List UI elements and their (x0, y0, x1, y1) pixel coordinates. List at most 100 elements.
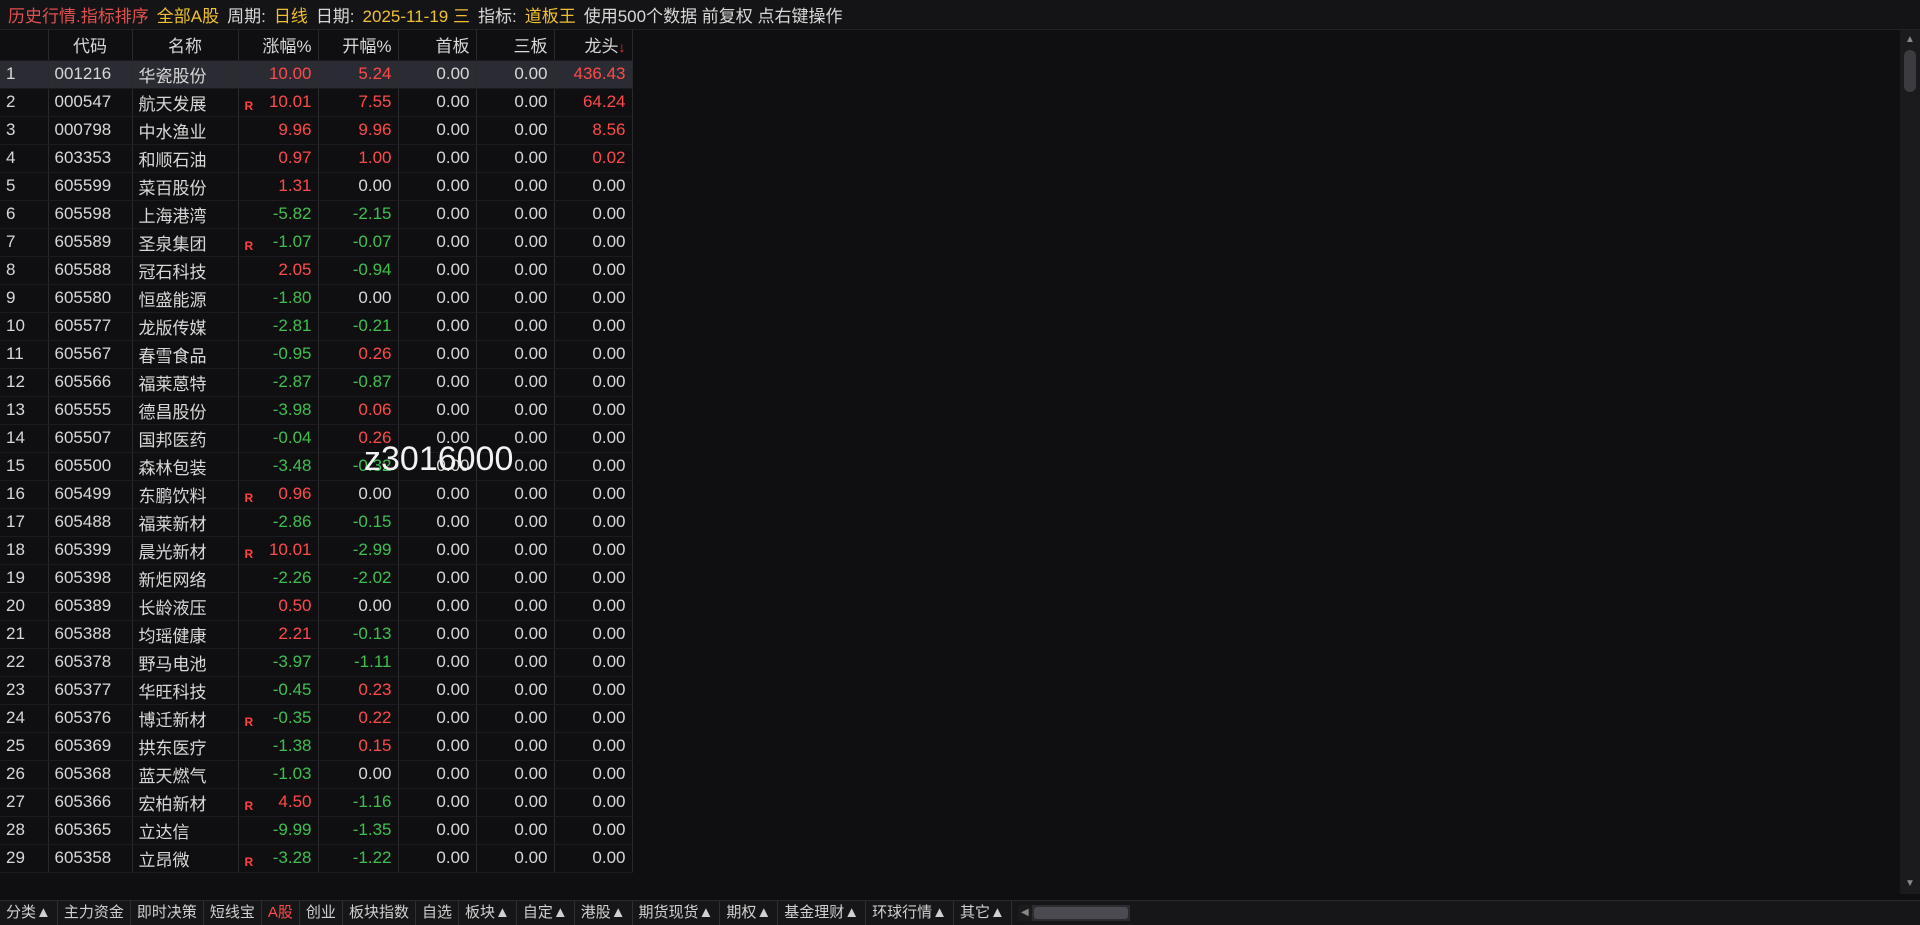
table-row[interactable]: 5 605599 菜百股份 1.31 0.00 0.00 0.00 0.00 (0, 172, 633, 201)
table-row[interactable]: 27 605366 宏柏新材 R 4.50 -1.16 0.00 0.00 0.00 (0, 788, 633, 817)
table-row[interactable]: 1 001216 华瓷股份 10.00 5.24 0.00 0.00 436.43 (0, 60, 633, 89)
bottom-tab[interactable]: 板块指数 (343, 901, 416, 925)
stock-code: 605389 (48, 592, 133, 621)
stock-code: 605398 (48, 564, 133, 593)
watermark-text: z3016000 (364, 440, 514, 478)
stock-code: 605378 (48, 648, 133, 677)
table-row[interactable]: 16 605499 东鹏饮料 R 0.96 0.00 0.00 0.00 0.00 (0, 480, 633, 509)
open-change-pct: 1.00 (318, 144, 399, 173)
scroll-up-icon[interactable]: ▲ (1902, 32, 1918, 48)
table-row[interactable]: 14 605507 国邦医药 -0.04 0.26 0.00 0.00 0.00 (0, 424, 633, 453)
scroll-down-icon[interactable]: ▼ (1902, 876, 1918, 892)
table-row[interactable]: 23 605377 华旺科技 -0.45 0.23 0.00 0.00 0.00 (0, 676, 633, 705)
bottom-tab[interactable]: 短线宝 (204, 901, 262, 925)
column-header-first-board[interactable]: 首板 (398, 30, 477, 61)
change-pct-value: 10.00 (268, 64, 312, 83)
stock-name: 航天发展 (132, 88, 239, 117)
first-board-value: 0.00 (398, 200, 477, 229)
bottom-tab[interactable]: 板块▲ (459, 901, 517, 925)
indicator-value[interactable]: 道板王 (525, 2, 576, 27)
table-row[interactable]: 28 605365 立达信 -9.99 -1.35 0.00 0.00 0.00 (0, 816, 633, 845)
stock-code: 605580 (48, 284, 133, 313)
table-row[interactable]: 17 605488 福莱新材 -2.86 -0.15 0.00 0.00 0.00 (0, 508, 633, 537)
scroll-thumb[interactable] (1904, 50, 1916, 92)
change-pct: R -1.07 (238, 228, 319, 257)
row-index: 28 (0, 816, 49, 845)
change-pct: 0.97 (238, 144, 319, 173)
bottom-tab[interactable]: 其它▲ (954, 901, 1012, 925)
bottom-tab[interactable]: 期货现货▲ (633, 901, 721, 925)
table-row[interactable]: 26 605368 蓝天燃气 -1.03 0.00 0.00 0.00 0.00 (0, 760, 633, 789)
table-row[interactable]: 6 605598 上海港湾 -5.82 -2.15 0.00 0.00 0.00 (0, 200, 633, 229)
table-row[interactable]: 29 605358 立昂微 R -3.28 -1.22 0.00 0.00 0.00 (0, 844, 633, 873)
bottom-tab[interactable]: 环球行情▲ (866, 901, 954, 925)
bottom-tab[interactable]: 期权▲ (720, 901, 779, 925)
third-board-value: 0.00 (476, 396, 555, 425)
bottom-tab[interactable]: 基金理财▲ (778, 901, 867, 925)
vertical-scrollbar[interactable]: ▲ ▼ (1900, 30, 1920, 894)
leader-value: 0.00 (554, 508, 633, 537)
stock-name: 华旺科技 (132, 676, 239, 705)
stock-code: 605577 (48, 312, 133, 341)
stock-name: 德昌股份 (132, 396, 239, 425)
table-row[interactable]: 8 605588 冠石科技 2.05 -0.94 0.00 0.00 0.00 (0, 256, 633, 285)
date-value[interactable]: 2025-11-19 三 (363, 2, 470, 27)
table-row[interactable]: 25 605369 拱东医疗 -1.38 0.15 0.00 0.00 0.00 (0, 732, 633, 761)
column-header-name[interactable]: 名称 (132, 30, 239, 61)
change-pct: R 0.96 (238, 480, 319, 509)
margin-tag-r: R (244, 798, 254, 813)
scroll-left-icon[interactable]: ◀ (1017, 905, 1032, 921)
bottom-tab[interactable]: 主力资金 (58, 901, 131, 925)
row-index: 3 (0, 116, 49, 145)
change-pct: -3.98 (238, 396, 319, 425)
row-index: 27 (0, 788, 49, 817)
change-pct-value: -0.35 (272, 707, 312, 727)
table-row[interactable]: 12 605566 福莱蒽特 -2.87 -0.87 0.00 0.00 0.00 (0, 368, 633, 397)
change-pct: R 10.01 (238, 88, 319, 117)
third-board-value: 0.00 (476, 368, 555, 397)
bottom-tab[interactable]: 自选 (416, 901, 459, 925)
bottom-tab[interactable]: 港股▲ (575, 901, 633, 925)
table-row[interactable]: 15 605500 森林包装 -3.48 -0.32 0.00 0.00 0.00 (0, 452, 633, 481)
table-row[interactable]: 21 605388 均瑶健康 2.21 -0.13 0.00 0.00 0.00 (0, 620, 633, 649)
table-row[interactable]: 10 605577 龙版传媒 -2.81 -0.21 0.00 0.00 0.00 (0, 312, 633, 341)
table-row[interactable]: 4 603353 和顺石油 0.97 1.00 0.00 0.00 0.02 (0, 144, 633, 173)
bottom-tab[interactable]: A股 (262, 901, 300, 925)
change-pct-value: 9.96 (278, 120, 312, 139)
column-header-leader[interactable]: 龙头↓ (554, 30, 633, 61)
hscroll-thumb[interactable] (1033, 907, 1128, 919)
leader-value: 0.00 (554, 788, 633, 817)
column-header-change[interactable]: 涨幅% (238, 30, 319, 61)
third-board-value: 0.00 (476, 592, 555, 621)
table-row[interactable]: 18 605399 晨光新材 R 10.01 -2.99 0.00 0.00 0.00 (0, 536, 633, 565)
table-row[interactable]: 3 000798 中水渔业 9.96 9.96 0.00 0.00 8.56 (0, 116, 633, 145)
stock-code: 605377 (48, 676, 133, 705)
table-row[interactable]: 2 000547 航天发展 R 10.01 7.55 0.00 0.00 64.24 (0, 88, 633, 117)
bottom-tab[interactable]: 创业 (300, 901, 343, 925)
bottom-tab[interactable]: 分类▲ (0, 901, 58, 925)
stock-code: 605369 (48, 732, 133, 761)
table-row[interactable]: 7 605589 圣泉集团 R -1.07 -0.07 0.00 0.00 0.00 (0, 228, 633, 257)
table-row[interactable]: 22 605378 野马电池 -3.97 -1.11 0.00 0.00 0.00 (0, 648, 633, 677)
column-header-open-change[interactable]: 开幅% (318, 30, 399, 61)
stock-code: 605588 (48, 256, 133, 285)
bottom-tab[interactable]: 自定▲ (517, 901, 575, 925)
row-index: 16 (0, 480, 49, 509)
third-board-value: 0.00 (476, 200, 555, 229)
bottom-tab[interactable]: 即时决策 (131, 901, 204, 925)
table-row[interactable]: 19 605398 新炬网络 -2.26 -2.02 0.00 0.00 0.00 (0, 564, 633, 593)
period-value[interactable]: 日线 (274, 2, 308, 27)
leader-value: 0.00 (554, 256, 633, 285)
table-row[interactable]: 13 605555 德昌股份 -3.98 0.06 0.00 0.00 0.00 (0, 396, 633, 425)
table-row[interactable]: 24 605376 博迁新材 R -0.35 0.22 0.00 0.00 0.00 (0, 704, 633, 733)
column-header-code[interactable]: 代码 (48, 30, 133, 61)
market-selector[interactable]: 全部A股 (157, 2, 219, 27)
table-row[interactable]: 11 605567 春雪食品 -0.95 0.26 0.00 0.00 0.00 (0, 340, 633, 369)
row-index: 24 (0, 704, 49, 733)
horizontal-scrollbar[interactable]: ◀ (1017, 905, 1130, 921)
first-board-value: 0.00 (398, 116, 477, 145)
table-row[interactable]: 20 605389 长龄液压 0.50 0.00 0.00 0.00 0.00 (0, 592, 633, 621)
row-index: 26 (0, 760, 49, 789)
table-row[interactable]: 9 605580 恒盛能源 -1.80 0.00 0.00 0.00 0.00 (0, 284, 633, 313)
column-header-third-board[interactable]: 三板 (476, 30, 555, 61)
